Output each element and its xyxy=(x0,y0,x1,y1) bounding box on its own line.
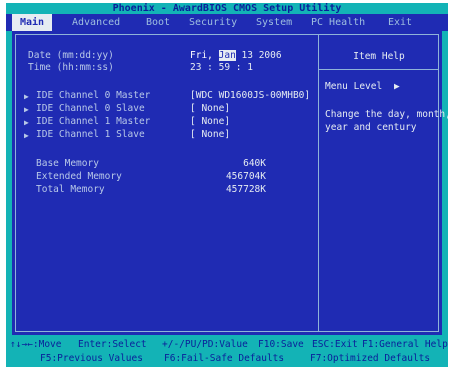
tab-pc-health[interactable]: PC Health xyxy=(311,14,365,31)
app-title: Phoenix - AwardBIOS CMOS Setup Utility xyxy=(112,3,342,14)
ide0-slave-label[interactable]: IDE Channel 0 Slave xyxy=(36,103,145,115)
help-separator xyxy=(319,69,439,70)
base-memory-value: 640K xyxy=(243,158,266,169)
date-rest[interactable]: 13 2006 xyxy=(242,50,282,61)
main-panel: Date (mm:dd:yy) Fri, Jan 13 2006 Time (h… xyxy=(12,31,448,335)
ide0-master-label[interactable]: IDE Channel 0 Master xyxy=(36,90,150,102)
panel-border xyxy=(15,34,439,332)
menu-level-label: Menu Level xyxy=(325,81,383,92)
ide1-slave-value[interactable]: [ None] xyxy=(190,129,230,141)
tab-system[interactable]: System xyxy=(256,14,292,31)
menu-level-arrow-icon: ▶ xyxy=(394,81,400,92)
date-month[interactable]: Jan xyxy=(218,50,236,61)
help-text-line1: Change the day, month, xyxy=(325,109,448,120)
tab-exit[interactable]: Exit xyxy=(388,14,412,31)
ide1-master-label[interactable]: IDE Channel 1 Master xyxy=(36,116,150,128)
ide0s-arrow-icon: ▶ xyxy=(24,105,29,114)
ide1-master-value[interactable]: [ None] xyxy=(190,116,230,128)
ide0-master-value[interactable]: [WDC WD1600JS-00MHB0] xyxy=(190,90,310,102)
total-memory-value: 457728K xyxy=(225,184,266,195)
panel-divider xyxy=(318,34,319,332)
key-save: F10:Save xyxy=(258,339,304,350)
key-general-help: F1:General Help xyxy=(362,339,448,350)
tab-security[interactable]: Security xyxy=(189,14,237,31)
tab-main[interactable]: Main xyxy=(12,14,52,31)
key-help-bar: ↑↓→←:Move Enter:Select +/-/PU/PD:Value F… xyxy=(6,335,448,367)
tab-boot[interactable]: Boot xyxy=(146,14,170,31)
ide0-slave-value[interactable]: [ None] xyxy=(190,103,230,115)
time-value[interactable]: 23 : 59 : 1 xyxy=(190,62,253,74)
key-value: +/-/PU/PD:Value xyxy=(162,339,248,350)
key-exit: ESC:Exit xyxy=(312,339,358,350)
time-label: Time (hh:mm:ss) xyxy=(28,62,114,73)
ide1m-arrow-icon: ▶ xyxy=(24,118,29,127)
key-move: ↑↓→←:Move xyxy=(10,339,62,350)
key-optimized-defaults: F7:Optimized Defaults xyxy=(310,353,431,364)
date-label: Date (mm:dd:yy) xyxy=(28,50,114,61)
ide0m-arrow-icon: ▶ xyxy=(24,92,29,101)
tab-advanced[interactable]: Advanced xyxy=(72,14,120,31)
date-day: Fri, xyxy=(190,50,213,61)
key-select: Enter:Select xyxy=(78,339,147,350)
ide1-slave-label[interactable]: IDE Channel 1 Slave xyxy=(36,129,145,141)
menu-bar: Main Advanced Boot Security System PC He… xyxy=(6,14,448,31)
help-text-line2: year and century xyxy=(325,122,417,133)
key-previous-values: F5:Previous Values xyxy=(40,353,143,364)
key-fail-safe-defaults: F6:Fail-Safe Defaults xyxy=(164,353,285,364)
ide1s-arrow-icon: ▶ xyxy=(24,131,29,140)
date-field[interactable]: Fri, Jan 13 2006 xyxy=(190,50,282,62)
extended-memory-value: 456704K xyxy=(225,171,266,182)
extended-memory-label: Extended Memory xyxy=(36,171,122,182)
help-title: Item Help xyxy=(353,51,405,62)
total-memory-label: Total Memory xyxy=(36,184,105,195)
base-memory-label: Base Memory xyxy=(36,158,99,169)
bios-screen: Phoenix - AwardBIOS CMOS Setup Utility M… xyxy=(6,3,448,367)
